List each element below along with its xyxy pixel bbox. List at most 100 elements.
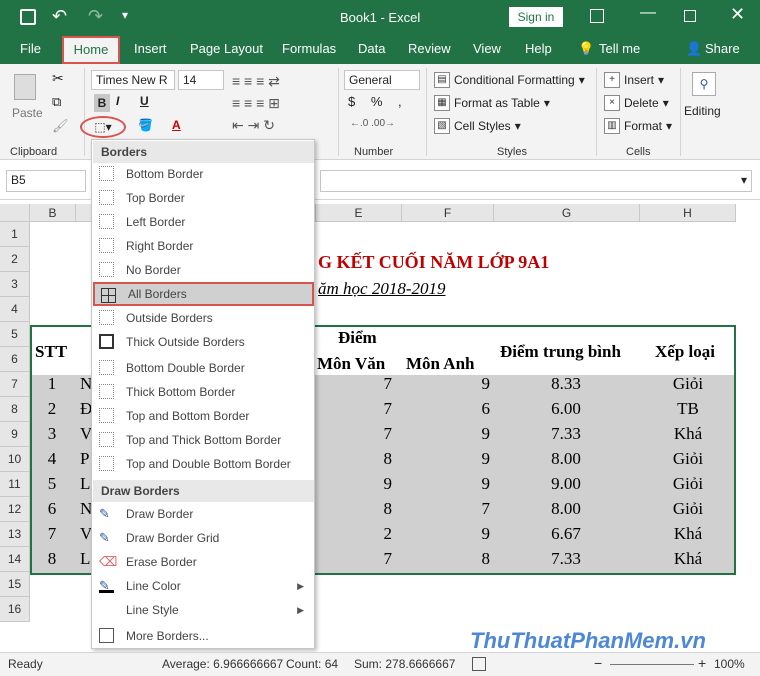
table-cell[interactable]: 7.33 [546,549,586,569]
menu-item-left-border[interactable]: Left Border [93,210,314,234]
table-cell[interactable]: 8 [384,449,393,469]
tab-review[interactable]: Review [408,41,451,56]
cell-styles-button[interactable]: ▧ Cell Styles ▾ [434,118,521,134]
menu-item-thick-bottom-border[interactable]: Thick Bottom Border [93,380,314,404]
table-cell[interactable]: 7.33 [546,424,586,444]
menu-item-bottom-border[interactable]: Bottom Border [93,162,314,186]
tab-home[interactable]: Home [62,36,120,64]
align-buttons[interactable]: ≡ ≡ ≡ ⇄ ≡ ≡ ≡ ⊞ ⇤ ⇥ ↻ [232,70,342,136]
row-header[interactable]: 11 [0,472,30,497]
table-cell[interactable]: 9 [482,474,491,494]
menu-item-erase-border[interactable]: ⌫ Erase Border [93,550,314,574]
table-cell[interactable]: 9 [482,449,491,469]
table-cell[interactable]: 7 [384,549,393,569]
menu-item-thick-outside-borders[interactable]: Thick Outside Borders [93,330,314,354]
insert-cells-button[interactable]: + Insert ▾ [604,72,664,88]
zoom-in-button[interactable]: + [698,655,706,671]
zoom-out-button[interactable]: − [594,655,602,671]
tell-me-search[interactable]: Tell me [599,41,640,56]
menu-item-all-borders[interactable]: All Borders [93,282,314,306]
table-cell[interactable]: 6 [32,499,72,519]
table-cell[interactable]: 8 [384,499,393,519]
row-header[interactable]: 3 [0,272,30,297]
table-cell[interactable]: TB [668,399,708,419]
table-cell[interactable]: 5 [32,474,72,494]
delete-cells-button[interactable]: × Delete ▾ [604,95,669,111]
table-cell[interactable]: 8.00 [546,449,586,469]
decimal-buttons[interactable]: ←.0 .00→ [350,118,395,129]
table-cell[interactable]: 3 [32,424,72,444]
zoom-slider[interactable] [610,664,694,665]
zoom-level[interactable]: 100% [714,657,745,671]
maximize-icon[interactable] [684,10,696,22]
minimize-icon[interactable]: — [640,4,656,22]
font-size-select[interactable]: 14 [178,70,224,90]
format-cells-button[interactable]: ▥ Format ▾ [604,118,672,134]
table-cell[interactable]: 2 [32,399,72,419]
bold-button[interactable]: B [94,94,110,112]
redo-icon[interactable]: ↷ [88,6,103,27]
menu-item-outside-borders[interactable]: Outside Borders [93,306,314,330]
table-cell[interactable]: 8.00 [546,499,586,519]
copy-icon[interactable]: ⧉ [52,94,61,110]
number-buttons[interactable]: $ % , [348,94,408,109]
row-header[interactable]: 10 [0,447,30,472]
table-cell[interactable]: 7 [384,399,393,419]
menu-item-line-style[interactable]: Line Style ▶ [93,598,314,622]
table-cell[interactable]: Khá [668,549,708,569]
table-cell[interactable]: 8.33 [546,374,586,394]
menu-item-top-and-bottom-border[interactable]: Top and Bottom Border [93,404,314,428]
menu-item-top-and-thick-bottom-border[interactable]: Top and Thick Bottom Border [93,428,314,452]
table-cell[interactable]: 7 [384,374,393,394]
menu-item-draw-border[interactable]: ✎ Draw Border [93,502,314,526]
menu-item-no-border[interactable]: No Border [93,258,314,282]
undo-icon[interactable]: ↶ [52,6,67,27]
table-cell[interactable]: Giỏi [668,499,708,519]
normal-view-icon[interactable] [472,657,486,671]
table-cell[interactable]: 9 [482,524,491,544]
row-header[interactable]: 2 [0,247,30,272]
menu-item-top-border[interactable]: Top Border [93,186,314,210]
menu-item-top-and-double-bottom-border[interactable]: Top and Double Bottom Border [93,452,314,476]
table-cell[interactable]: 9 [384,474,393,494]
paste-label[interactable]: Paste [12,106,43,120]
menu-item-line-color[interactable]: ✎ Line Color ▶ [93,574,314,598]
cut-icon[interactable]: ✂ [52,70,64,87]
underline-button[interactable]: U [140,94,149,108]
tab-help[interactable]: Help [525,41,552,56]
tab-view[interactable]: View [473,41,501,56]
table-cell[interactable]: Giỏi [668,474,708,494]
table-cell[interactable]: Khá [668,424,708,444]
menu-item-right-border[interactable]: Right Border [93,234,314,258]
formula-input[interactable]: ▾ [320,170,752,192]
row-header[interactable]: 15 [0,572,30,597]
table-cell[interactable]: 9.00 [546,474,586,494]
tab-page-layout[interactable]: Page Layout [190,41,263,56]
menu-item-bottom-double-border[interactable]: Bottom Double Border [93,356,314,380]
share-button[interactable]: Share [705,41,740,56]
name-box[interactable]: B5 [6,170,86,192]
column-header-g[interactable]: G [494,204,640,222]
number-format-select[interactable]: General [344,70,420,90]
column-header-f[interactable]: F [402,204,494,222]
row-header[interactable]: 1 [0,222,30,247]
close-icon[interactable]: ✕ [730,4,745,25]
italic-button[interactable]: I [116,94,119,108]
format-painter-icon[interactable]: 🖌 [52,118,69,134]
table-cell[interactable]: 7 [482,499,491,519]
row-header[interactable]: 9 [0,422,30,447]
tab-data[interactable]: Data [358,41,385,56]
table-cell[interactable]: 1 [32,374,72,394]
tab-formulas[interactable]: Formulas [282,41,336,56]
save-icon[interactable] [20,9,36,25]
row-header[interactable]: 13 [0,522,30,547]
table-cell[interactable]: 9 [482,424,491,444]
fill-color-icon[interactable]: 🪣 [138,118,153,132]
paste-icon[interactable] [14,74,36,100]
table-cell[interactable]: 8 [482,549,491,569]
table-cell[interactable]: 2 [384,524,393,544]
table-cell[interactable]: 8 [32,549,72,569]
editing-button[interactable]: Editing [684,104,721,118]
column-header-e[interactable]: E [316,204,402,222]
column-header-h[interactable]: H [640,204,736,222]
